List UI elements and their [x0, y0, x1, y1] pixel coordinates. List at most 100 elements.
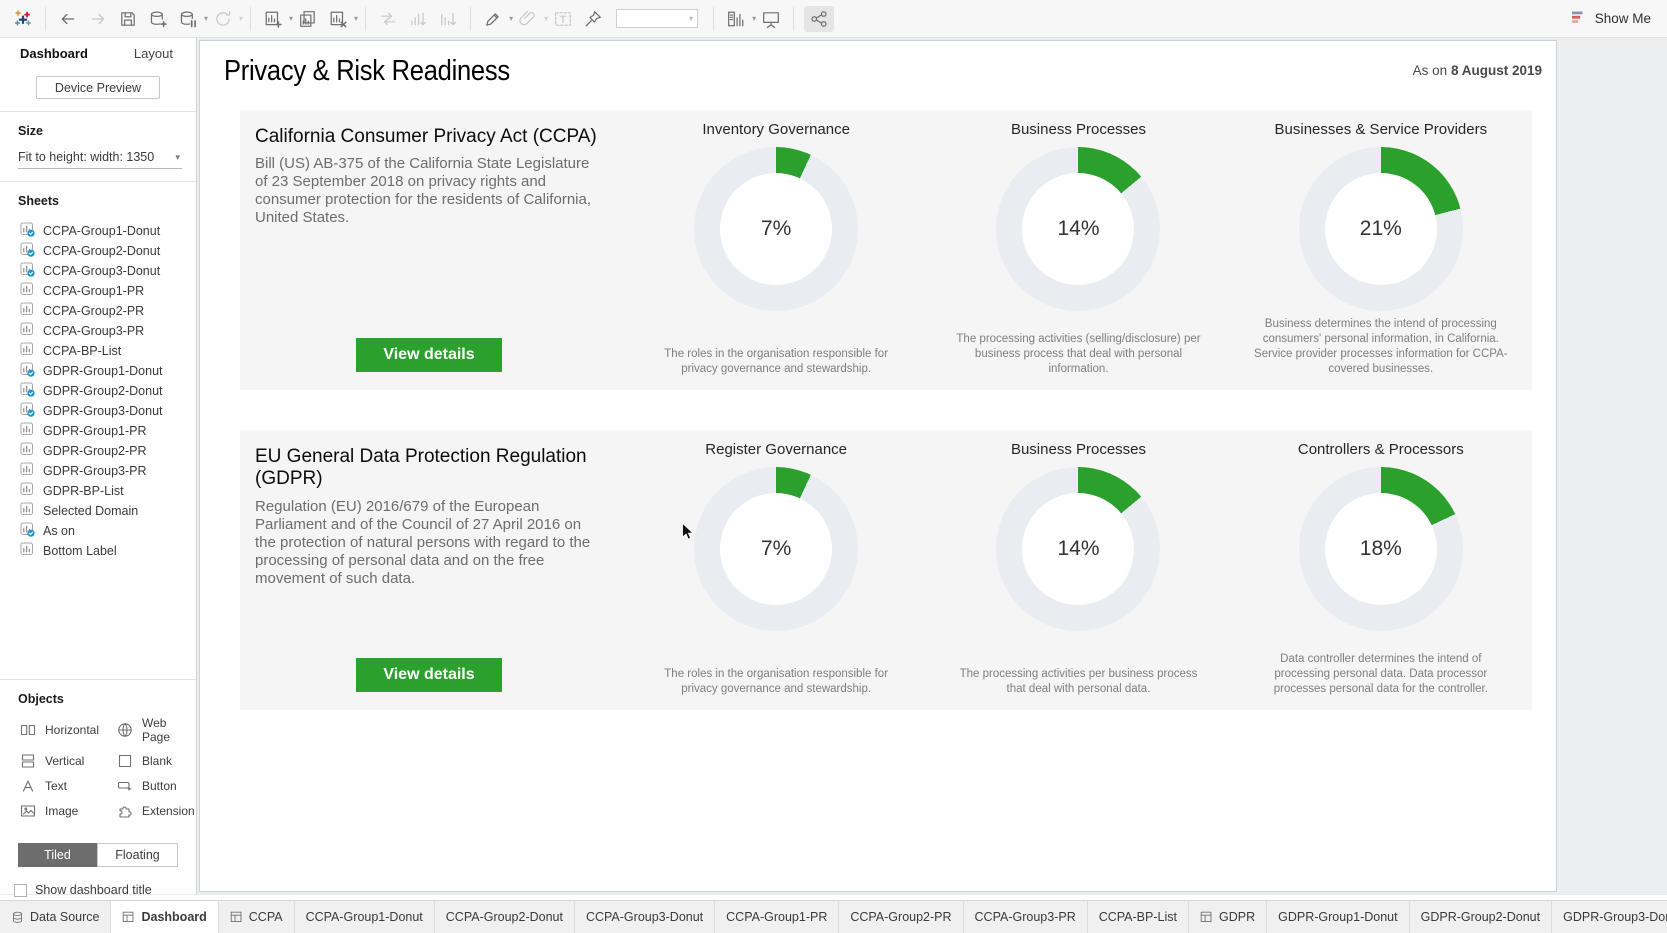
pause-updates-icon[interactable] [176, 6, 200, 32]
sheet-item-bottom-label[interactable]: Bottom Label [0, 541, 196, 561]
vertical-container-icon [20, 753, 36, 769]
tableau-window: ▾▾▾▾▾▾▾▾ Show Me Dashboard Layout Device… [0, 0, 1667, 933]
sheet-item-label: GDPR-Group2-Donut [43, 384, 163, 398]
card-ccpa-text: California Consumer Privacy Act (CCPA)Bi… [240, 110, 625, 390]
sheet-item-ccpa-group3-donut[interactable]: CCPA-Group3-Donut [0, 261, 196, 281]
chevron-down-icon[interactable]: ▾ [289, 14, 293, 23]
show-dashboard-title-checkbox[interactable] [14, 884, 27, 897]
tab-dashboard[interactable]: Dashboard [111, 901, 218, 933]
save-icon[interactable] [116, 6, 140, 32]
view-details-button[interactable]: View details [356, 338, 501, 372]
fit-dropdown[interactable]: ▾ [616, 9, 698, 28]
donut-percent: 21% [1360, 217, 1402, 241]
toolbar-separator [45, 7, 46, 31]
sheet-item-ccpa-group3-pr[interactable]: CCPA-Group3-PR [0, 321, 196, 341]
object-horizontal[interactable]: Horizontal [20, 716, 117, 744]
chevron-down-icon[interactable]: ▾ [354, 14, 358, 23]
clear-sheet-icon[interactable] [326, 6, 350, 32]
worksheet-icon [20, 302, 35, 320]
tiled-button[interactable]: Tiled [18, 843, 97, 867]
sheet-item-gdpr-group2-pr[interactable]: GDPR-Group2-PR [0, 441, 196, 461]
worksheet-in-dashboard-icon [20, 262, 35, 280]
donut-chart[interactable]: 14% [996, 147, 1160, 311]
tab-layout-pane[interactable]: Layout [134, 46, 173, 61]
sheet-item-ccpa-group1-pr[interactable]: CCPA-Group1-PR [0, 281, 196, 301]
tab-gdpr-group2-donut[interactable]: GDPR-Group2-Donut [1410, 901, 1553, 933]
chevron-down-icon[interactable]: ▾ [204, 14, 208, 23]
sheet-item-gdpr-group1-pr[interactable]: GDPR-Group1-PR [0, 421, 196, 441]
sheet-item-ccpa-bp-list[interactable]: CCPA-BP-List [0, 341, 196, 361]
object-text[interactable]: Text [20, 778, 117, 794]
donut-chart[interactable]: 7% [694, 147, 858, 311]
donut-panel-business-processes: Business Processes14%The processing acti… [927, 110, 1229, 390]
object-blank[interactable]: Blank [117, 753, 196, 769]
show-me-button[interactable]: Show Me [1571, 10, 1651, 28]
sheet-item-selected-domain[interactable]: Selected Domain [0, 501, 196, 521]
pin-icon[interactable] [581, 6, 605, 32]
chevron-down-icon[interactable]: ▾ [509, 14, 513, 23]
sheet-item-gdpr-group3-pr[interactable]: GDPR-Group3-PR [0, 461, 196, 481]
sheet-item-label: CCPA-Group3-Donut [43, 264, 160, 278]
tab-gdpr[interactable]: GDPR [1189, 901, 1267, 933]
tab-ccpa-group2-donut[interactable]: CCPA-Group2-Donut [435, 901, 575, 933]
dashboard-grid-icon [1200, 911, 1213, 924]
size-dropdown[interactable]: Fit to height: width: 1350 ▾ [18, 148, 182, 169]
donut-chart[interactable]: 21% [1299, 147, 1463, 311]
add-data-icon[interactable] [146, 6, 170, 32]
sheet-item-ccpa-group2-donut[interactable]: CCPA-Group2-Donut [0, 241, 196, 261]
tab-gdpr-group3-donut[interactable]: GDPR-Group3-Donut [1552, 901, 1667, 933]
tab-ccpa-group1-pr[interactable]: CCPA-Group1-PR [715, 901, 839, 933]
show-cards-icon[interactable] [724, 6, 748, 32]
tab-data-source[interactable]: Data Source [0, 901, 111, 933]
tab-ccpa[interactable]: CCPA [219, 901, 295, 933]
donut-chart[interactable]: 14% [996, 467, 1160, 631]
sheet-item-ccpa-group2-pr[interactable]: CCPA-Group2-PR [0, 301, 196, 321]
tab-label: CCPA-Group3-PR [975, 910, 1076, 924]
sheet-item-ccpa-group1-donut[interactable]: CCPA-Group1-Donut [0, 221, 196, 241]
tab-ccpa-group1-donut[interactable]: CCPA-Group1-Donut [295, 901, 435, 933]
sheet-item-gdpr-group1-donut[interactable]: GDPR-Group1-Donut [0, 361, 196, 381]
floating-button[interactable]: Floating [97, 843, 178, 867]
dashboard-sidebar: Dashboard Layout Device Preview Size Fit… [0, 38, 197, 894]
undo-icon[interactable] [56, 6, 80, 32]
tab-ccpa-bp-list[interactable]: CCPA-BP-List [1088, 901, 1189, 933]
dashboard-grid-icon [230, 911, 243, 924]
object-label: Blank [142, 754, 172, 768]
dashboard-canvas: Privacy & Risk Readiness As on 8 August … [197, 38, 1667, 894]
object-vertical[interactable]: Vertical [20, 753, 117, 769]
object-label: Extension [142, 804, 195, 818]
sheet-item-gdpr-group2-donut[interactable]: GDPR-Group2-Donut [0, 381, 196, 401]
tab-ccpa-group3-pr[interactable]: CCPA-Group3-PR [964, 901, 1088, 933]
donut-chart[interactable]: 7% [694, 467, 858, 631]
object-label: Image [45, 804, 78, 818]
object-image[interactable]: Image [20, 803, 117, 819]
presentation-mode-icon[interactable] [759, 6, 783, 32]
sort-ascending-icon [406, 6, 430, 32]
device-preview-button[interactable]: Device Preview [36, 76, 160, 99]
donut-chart[interactable]: 18% [1299, 467, 1463, 631]
chevron-down-icon[interactable]: ▾ [752, 14, 756, 23]
tab-dashboard-pane[interactable]: Dashboard [20, 46, 88, 61]
tab-ccpa-group3-donut[interactable]: CCPA-Group3-Donut [575, 901, 715, 933]
objects-section-label: Objects [18, 692, 196, 706]
sheet-item-as-on[interactable]: As on [0, 521, 196, 541]
size-dropdown-value: Fit to height: width: 1350 [18, 150, 154, 164]
object-extension[interactable]: Extension [117, 803, 196, 819]
tab-gdpr-group1-donut[interactable]: GDPR-Group1-Donut [1267, 901, 1410, 933]
sheet-item-gdpr-group3-donut[interactable]: GDPR-Group3-Donut [0, 401, 196, 421]
highlight-icon[interactable] [481, 6, 505, 32]
tab-label: CCPA-BP-List [1099, 910, 1177, 924]
tab-label: Dashboard [141, 910, 206, 924]
tab-ccpa-group2-pr[interactable]: CCPA-Group2-PR [839, 901, 963, 933]
donut-title: Inventory Governance [702, 121, 850, 138]
object-web-page[interactable]: Web Page [117, 716, 196, 744]
duplicate-sheet-icon[interactable] [296, 6, 320, 32]
view-details-button[interactable]: View details [356, 658, 501, 692]
sheet-item-gdpr-bp-list[interactable]: GDPR-BP-List [0, 481, 196, 501]
tab-label: CCPA-Group1-Donut [306, 910, 423, 924]
share-icon[interactable] [804, 6, 834, 32]
tableau-logo-icon[interactable] [11, 6, 35, 32]
new-worksheet-icon[interactable] [261, 6, 285, 32]
donut-title: Businesses & Service Providers [1275, 121, 1488, 138]
object-button[interactable]: Button [117, 778, 196, 794]
